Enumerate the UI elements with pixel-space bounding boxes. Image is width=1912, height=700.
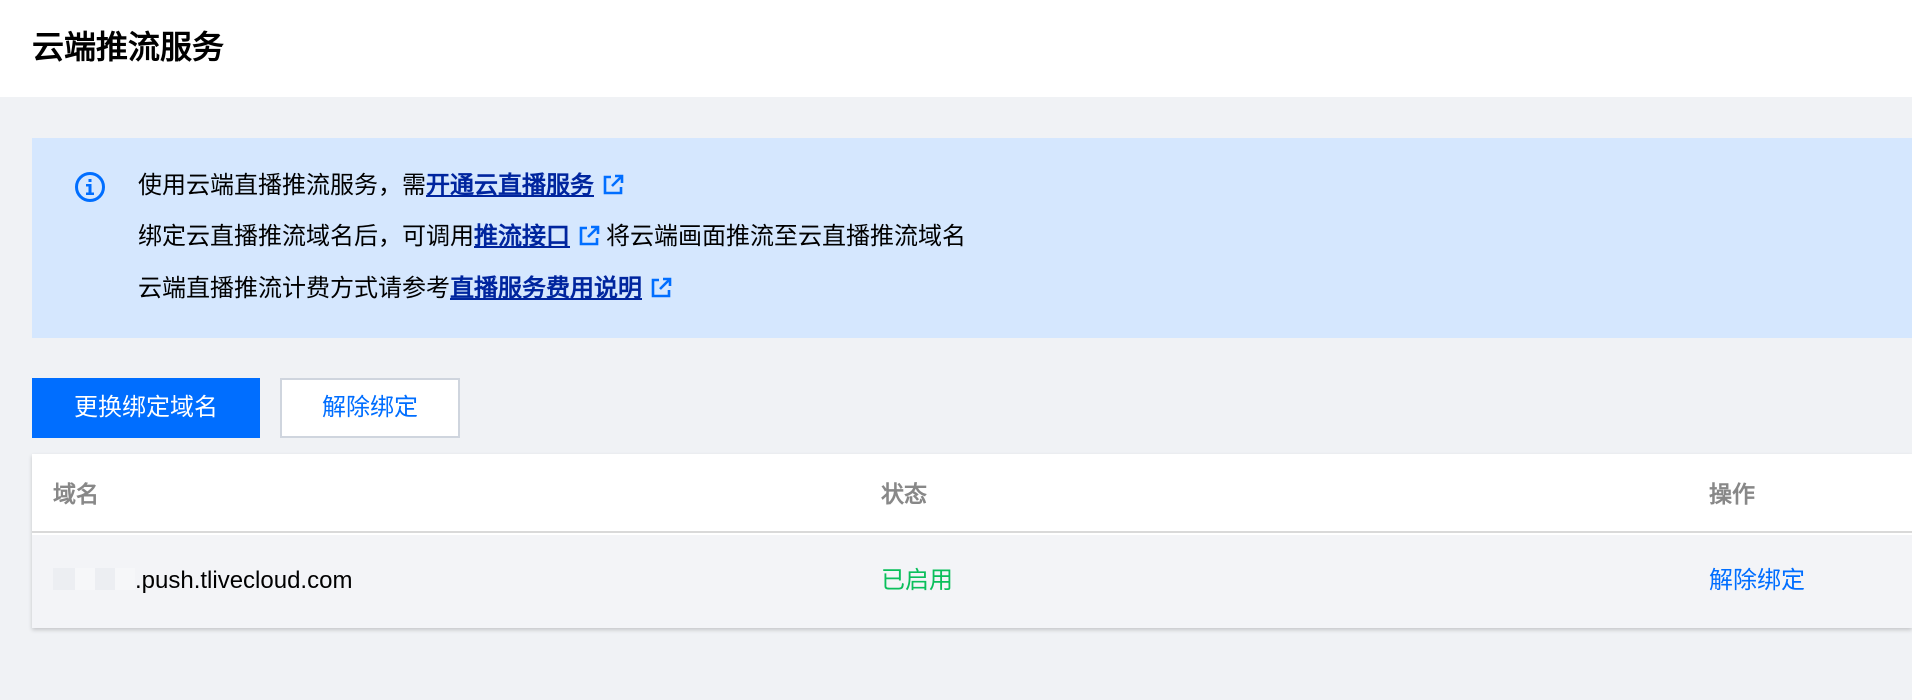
info-icon — [74, 171, 106, 203]
table-row: .push.tlivecloud.com 已启用 解除绑定 — [32, 535, 1912, 628]
page-title: 云端推流服务 — [32, 29, 225, 65]
domain-cell: .push.tlivecloud.com — [53, 566, 352, 596]
page-header: 云端推流服务 — [0, 0, 1912, 97]
table-header: 域名 状态 操作 — [32, 454, 1912, 533]
redacted-mask — [53, 568, 135, 590]
notice-text: 绑定云直播推流域名后，可调用 — [138, 223, 474, 250]
status-badge: 已启用 — [881, 567, 953, 594]
column-header-domain: 域名 — [53, 481, 99, 507]
unbind-button[interactable]: 解除绑定 — [280, 378, 460, 438]
external-link-icon[interactable] — [650, 277, 672, 299]
notice-text: 使用云端直播推流服务，需 — [138, 172, 426, 199]
notice-line-3: 云端直播推流计费方式请参考直播服务费用说明 — [138, 274, 672, 304]
notice-text: 将云端画面推流至云直播推流域名 — [606, 223, 966, 250]
domain-table: 域名 状态 操作 .push.tlivecloud.com 已启用 解除绑定 — [32, 454, 1912, 628]
external-link-icon[interactable] — [578, 225, 600, 247]
column-header-status: 状态 — [881, 481, 927, 507]
unbind-link[interactable]: 解除绑定 — [1709, 566, 1805, 596]
push-api-link[interactable]: 推流接口 — [474, 223, 570, 250]
column-header-action: 操作 — [1709, 481, 1755, 507]
info-notice: 使用云端直播推流服务，需开通云直播服务 绑定云直播推流域名后，可调用推流接口 将… — [32, 138, 1912, 338]
notice-text: 云端直播推流计费方式请参考 — [138, 275, 450, 302]
notice-line-1: 使用云端直播推流服务，需开通云直播服务 — [138, 171, 624, 201]
open-live-service-link[interactable]: 开通云直播服务 — [426, 172, 594, 199]
external-link-icon[interactable] — [602, 174, 624, 196]
change-domain-button[interactable]: 更换绑定域名 — [32, 378, 260, 438]
pricing-doc-link[interactable]: 直播服务费用说明 — [450, 275, 642, 302]
notice-line-2: 绑定云直播推流域名后，可调用推流接口 将云端画面推流至云直播推流域名 — [138, 222, 966, 252]
domain-name: .push.tlivecloud.com — [135, 567, 353, 594]
